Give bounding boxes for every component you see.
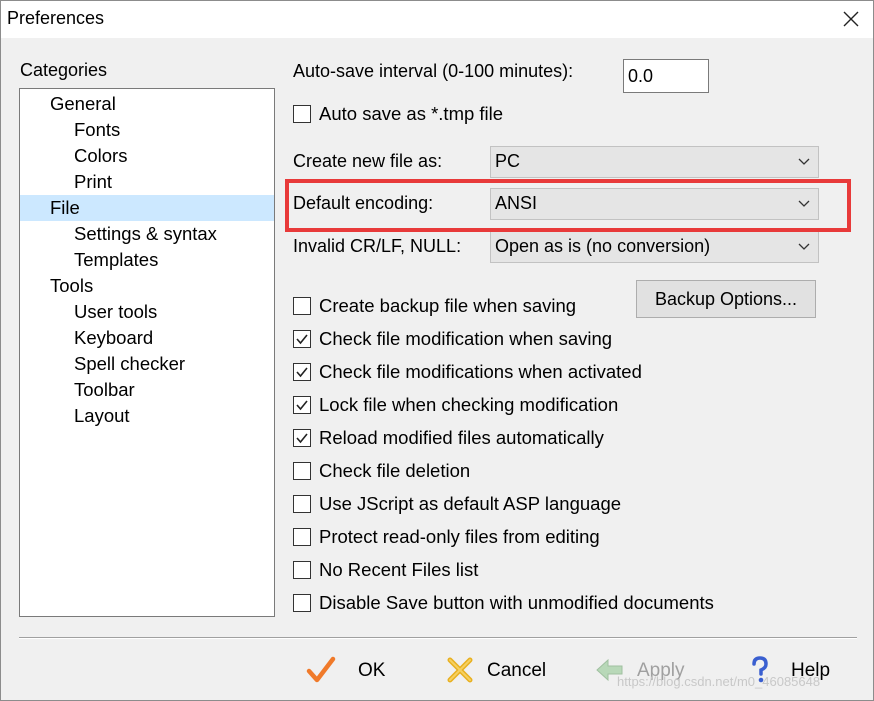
backup-options-button[interactable]: Backup Options... [636,280,816,318]
chevron-down-icon [798,243,810,250]
option-label: Protect read-only files from editing [319,526,600,547]
create-new-file-value: PC [495,151,521,171]
invalid-crlf-value: Open as is (no conversion) [495,236,711,256]
tree-item-print[interactable]: Print [74,169,112,195]
categories-label: Categories [20,60,108,80]
checkbox-box[interactable] [293,462,311,480]
checkmark-icon [296,400,308,411]
watermark-text: https://blog.csdn.net/m0_46085648 [617,674,821,689]
option-label: Check file modification when saving [319,328,613,349]
option-label: Reload modified files automatically [319,427,604,448]
ok-checkmark-icon [306,656,336,683]
checkbox-box[interactable] [293,495,311,513]
tree-item-settings-syntax[interactable]: Settings & syntax [74,221,217,247]
cancel-label: Cancel [487,660,547,681]
invalid-crlf-label: Invalid CR/LF, NULL: [293,236,462,256]
create-new-file-select[interactable]: PC [490,146,819,178]
tree-item-spell-checker[interactable]: Spell checker [74,351,185,377]
autosave-tmp-label: Auto save as *.tmp file [319,103,504,124]
checkbox-box[interactable] [293,105,311,123]
option-label: Use JScript as default ASP language [319,493,622,514]
tree-item-tools[interactable]: Tools [50,273,93,299]
cancel-button[interactable]: Cancel [445,653,555,689]
footer-separator [19,637,857,639]
checkbox-box[interactable] [293,429,311,447]
checkmark-icon [296,334,308,345]
checkmark-icon [296,433,308,444]
checkmark-icon [296,367,308,378]
chevron-down-icon [798,158,810,165]
tree-item-file[interactable]: File [20,195,274,221]
default-encoding-value: ANSI [495,193,538,213]
option-label: Check file modifications when activated [319,361,642,382]
tree-item-templates[interactable]: Templates [74,247,158,273]
option-label: Create backup file when saving [319,295,577,316]
cancel-x-icon [447,657,473,683]
checkbox-box[interactable] [293,363,311,381]
checkbox-box[interactable] [293,297,311,315]
window-title: Preferences [7,8,105,28]
autosave-interval-input[interactable] [623,59,709,93]
tree-item-layout[interactable]: Layout [74,403,130,429]
ok-button[interactable]: OK [306,653,396,689]
tree-item-user-tools[interactable]: User tools [74,299,157,325]
option-label: Lock file when checking modification [319,394,619,415]
close-icon [843,11,859,27]
checkbox-box[interactable] [293,561,311,579]
default-encoding-label: Default encoding: [293,193,434,213]
tree-item-colors[interactable]: Colors [74,143,127,169]
checkbox-box[interactable] [293,528,311,546]
option-label: Check file deletion [319,460,471,481]
preferences-dialog: Preferences Categories General Fonts Color… [0,0,874,701]
tree-item-toolbar[interactable]: Toolbar [74,377,135,403]
option-label: Disable Save button with unmodified docu… [319,592,714,613]
option-label: No Recent Files list [319,559,479,580]
autosave-interval-label: Auto-save interval (0-100 minutes): [293,61,574,81]
default-encoding-select[interactable]: ANSI [490,188,819,220]
tree-item-keyboard[interactable]: Keyboard [74,325,153,351]
checkbox-box[interactable] [293,330,311,348]
title-bar: Preferences [1,1,873,38]
create-new-file-label: Create new file as: [293,151,443,171]
chevron-down-icon [798,200,810,207]
checkbox-box[interactable] [293,396,311,414]
checkbox-box[interactable] [293,594,311,612]
categories-tree[interactable]: General Fonts Colors Print File Settings & sy… [19,88,275,617]
close-button[interactable] [837,6,865,32]
ok-label: OK [358,660,386,681]
invalid-crlf-select[interactable]: Open as is (no conversion) [490,231,819,263]
tree-item-general[interactable]: General [50,91,116,117]
tree-item-fonts[interactable]: Fonts [74,117,120,143]
